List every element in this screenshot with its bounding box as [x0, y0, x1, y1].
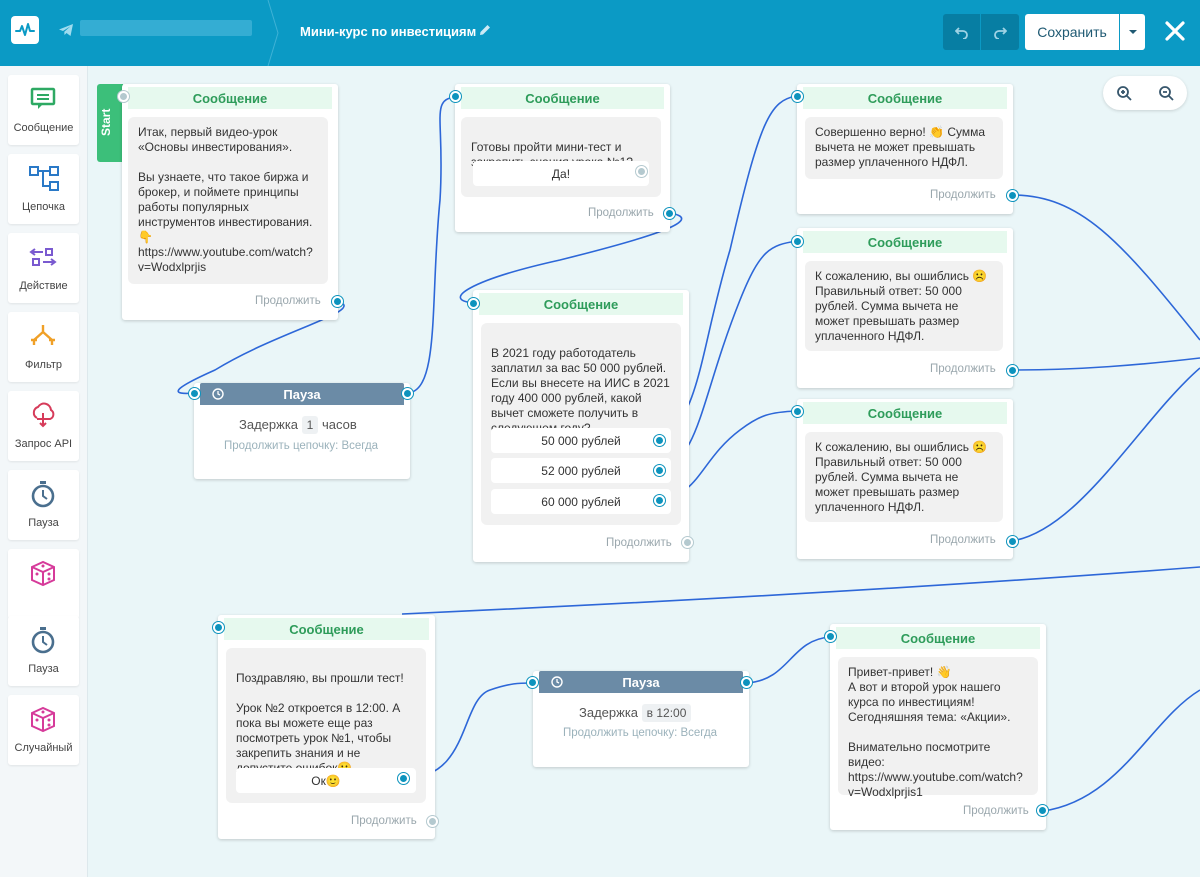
- reply-button-label: Да!: [551, 166, 571, 181]
- wire-node8-right: [1042, 689, 1200, 812]
- message-node-2[interactable]: Сообщение Готовы пройти мини-тест и закр…: [455, 84, 670, 232]
- delay-subtext: Продолжить цепочку: Всегда: [563, 727, 718, 739]
- message-text[interactable]: К сожалению, вы ошиблись ☹️ Правильный о…: [805, 432, 1003, 522]
- message-text[interactable]: Итак, первый видео-урок «Основы инвестир…: [128, 117, 328, 284]
- delay-prefix: Задержка: [579, 705, 639, 720]
- zoom-in-button[interactable]: [1103, 76, 1145, 110]
- delay-subtext: Продолжить цепочку: Всегда: [224, 440, 379, 452]
- input-connector[interactable]: [825, 631, 836, 642]
- node-title: Сообщение: [461, 87, 664, 109]
- clock-icon: [212, 388, 224, 400]
- zoom-in-icon: [1117, 86, 1132, 101]
- node-title: Сообщение: [803, 402, 1007, 424]
- continue-label: Продолжить: [930, 363, 996, 375]
- pause-node-1[interactable]: Пауза Задержка 1 часов Продолжить цепочк…: [194, 383, 410, 479]
- node-title: Сообщение: [479, 293, 683, 315]
- wire-pause2-node8: [746, 636, 831, 684]
- node-title: Сообщение: [803, 231, 1007, 253]
- reply-button[interactable]: Ок🙂: [236, 768, 416, 793]
- delay-unit: часов: [321, 417, 357, 432]
- delay-prefix: Задержка: [239, 417, 299, 432]
- input-connector[interactable]: [450, 91, 461, 102]
- reply-button-label: Ок🙂: [311, 773, 341, 788]
- clock-icon: [551, 676, 563, 688]
- answer-option-label: 60 000 рублей: [541, 494, 621, 509]
- reply-connector[interactable]: [398, 773, 409, 784]
- zoom-controls: [1103, 76, 1187, 110]
- wire-pause1-node2: [407, 96, 456, 394]
- zoom-out-button[interactable]: [1145, 76, 1187, 110]
- input-connector[interactable]: [213, 622, 224, 633]
- answer-option-label: 52 000 рублей: [541, 463, 621, 478]
- input-connector[interactable]: [468, 298, 479, 309]
- input-connector[interactable]: [792, 91, 803, 102]
- node-title: Сообщение: [128, 87, 332, 109]
- node-title: Сообщение: [836, 627, 1040, 649]
- reply-connector[interactable]: [636, 166, 647, 177]
- pause-title-label: Пауза: [283, 386, 321, 402]
- output-connector[interactable]: [1007, 190, 1018, 201]
- message-node-1[interactable]: Сообщение Итак, первый видео-урок «Основ…: [122, 84, 338, 320]
- wire-right-node7: [401, 566, 1200, 615]
- wire-node6-right: [1011, 367, 1200, 542]
- start-label: Start: [99, 108, 113, 136]
- output-connector[interactable]: [332, 296, 343, 307]
- continue-label: Продолжить: [588, 207, 654, 219]
- input-connector[interactable]: [792, 236, 803, 247]
- output-connector[interactable]: [682, 537, 693, 548]
- output-connector[interactable]: [664, 208, 675, 219]
- message-node-7[interactable]: Сообщение Поздравляю, вы прошли тест! Ур…: [218, 615, 435, 839]
- node-title: Сообщение: [224, 618, 429, 640]
- output-connector[interactable]: [1007, 365, 1018, 376]
- continue-label: Продолжить: [930, 534, 996, 546]
- answer-option-label: 50 000 рублей: [541, 433, 621, 448]
- wire-node4-right: [1011, 194, 1200, 341]
- pause-node-2[interactable]: Пауза Задержка в 12:00 Продолжить цепочк…: [533, 671, 749, 767]
- wire-node5-right: [1011, 357, 1200, 371]
- node-title: Сообщение: [803, 87, 1007, 109]
- delay-value: в 12:00: [641, 704, 692, 722]
- message-text[interactable]: Совершенно верно! 👏 Сумма вычета не може…: [805, 117, 1003, 179]
- message-node-3[interactable]: Сообщение В 2021 году работодатель запла…: [473, 290, 689, 562]
- zoom-out-icon: [1159, 86, 1174, 101]
- message-node-6[interactable]: Сообщение К сожалению, вы ошиблись ☹️ Пр…: [797, 399, 1013, 559]
- delay-value: 1: [301, 416, 319, 434]
- delay-text[interactable]: Задержка 1 часов: [239, 416, 357, 434]
- output-connector[interactable]: [1007, 536, 1018, 547]
- input-connector[interactable]: [792, 406, 803, 417]
- option-connector-2[interactable]: [654, 465, 665, 476]
- output-connector[interactable]: [427, 816, 438, 827]
- continue-label: Продолжить: [930, 189, 996, 201]
- message-text-content: В 2021 году работодатель заплатил за вас…: [491, 346, 670, 435]
- output-connector[interactable]: [402, 388, 413, 399]
- option-connector-1[interactable]: [654, 435, 665, 446]
- message-text[interactable]: Привет-привет! 👋 А вот и второй урок наш…: [838, 657, 1038, 799]
- delay-text[interactable]: Задержка в 12:00: [579, 704, 692, 722]
- answer-option-2[interactable]: 52 000 рублей: [491, 458, 671, 483]
- continue-label: Продолжить: [351, 815, 417, 827]
- continue-label: Продолжить: [606, 537, 672, 549]
- message-text-content: Поздравляю, вы прошли тест! Урок №2 откр…: [236, 671, 404, 775]
- input-connector[interactable]: [189, 388, 200, 399]
- message-node-8[interactable]: Сообщение Привет-привет! 👋 А вот и второ…: [830, 624, 1046, 830]
- input-connector[interactable]: [118, 91, 129, 102]
- continue-label: Продолжить: [255, 295, 321, 307]
- input-connector[interactable]: [527, 677, 538, 688]
- continue-label: Продолжить: [963, 805, 1029, 817]
- pause-title-label: Пауза: [622, 674, 660, 690]
- pause-title: Пауза: [200, 383, 404, 405]
- message-node-5[interactable]: Сообщение К сожалению, вы ошиблись ☹️ Пр…: [797, 228, 1013, 388]
- pause-title: Пауза: [539, 671, 743, 693]
- output-connector[interactable]: [1037, 805, 1048, 816]
- output-connector[interactable]: [741, 677, 752, 688]
- reply-button[interactable]: Да!: [473, 161, 649, 186]
- answer-option-1[interactable]: 50 000 рублей: [491, 428, 671, 453]
- message-text[interactable]: К сожалению, вы ошиблись ☹️ Правильный о…: [805, 261, 1003, 351]
- answer-option-3[interactable]: 60 000 рублей: [491, 489, 671, 514]
- message-node-4[interactable]: Сообщение Совершенно верно! 👏 Сумма выче…: [797, 84, 1013, 214]
- option-connector-3[interactable]: [654, 495, 665, 506]
